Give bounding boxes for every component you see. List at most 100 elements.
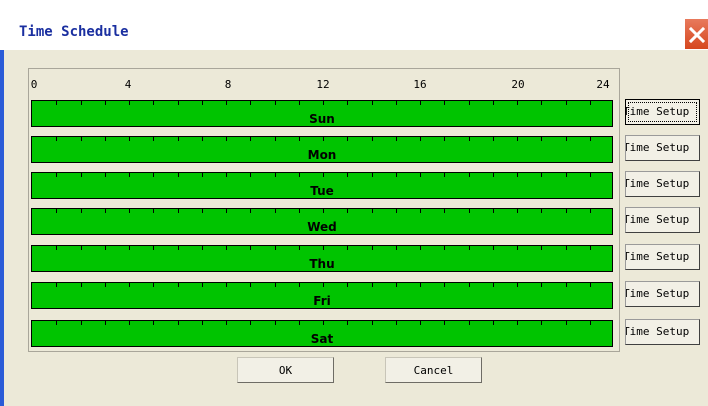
close-button[interactable] — [684, 18, 708, 50]
ok-button[interactable]: OK — [237, 357, 334, 383]
hour-tick — [129, 137, 130, 141]
hour-tick — [226, 246, 227, 250]
day-label: Sat — [310, 332, 334, 346]
hour-tick — [226, 283, 227, 287]
hour-tick — [541, 137, 543, 141]
hour-tick — [444, 246, 446, 250]
schedule-bar-wed[interactable]: Wed — [31, 208, 613, 235]
hour-tick — [323, 173, 324, 177]
hour-tick — [56, 101, 58, 105]
hour-tick — [153, 283, 155, 287]
hour-tick — [201, 283, 203, 287]
hour-tick — [347, 137, 349, 141]
hour-tick — [420, 283, 421, 287]
hour-tick — [444, 101, 446, 105]
hour-tick — [226, 101, 227, 105]
schedule-bar-tue[interactable]: Tue — [31, 172, 613, 199]
hour-tick — [395, 321, 397, 325]
hour-tick — [492, 321, 494, 325]
hour-tick — [129, 173, 130, 177]
schedule-bar-thu[interactable]: Thu — [31, 245, 613, 272]
day-label: Mon — [307, 148, 337, 162]
hour-tick — [177, 283, 179, 287]
hour-tick — [468, 137, 470, 141]
hour-tick — [104, 173, 106, 177]
schedule-bar-fri[interactable]: Fri — [31, 282, 613, 309]
hour-tick — [492, 173, 494, 177]
hour-tick — [323, 209, 324, 213]
hour-tick — [226, 209, 227, 213]
hour-tick — [395, 101, 397, 105]
schedule-bar-sun[interactable]: Sun — [31, 100, 613, 127]
hour-tick — [347, 283, 349, 287]
hour-tick — [80, 246, 82, 250]
hour-tick — [565, 101, 567, 105]
hour-tick — [226, 137, 227, 141]
hour-label: 16 — [413, 78, 427, 91]
schedule-bar-sat[interactable]: Sat — [31, 320, 613, 347]
hour-tick — [129, 246, 130, 250]
hour-tick — [80, 321, 82, 325]
hour-tick — [347, 101, 349, 105]
hour-tick — [201, 137, 203, 141]
hour-tick — [153, 246, 155, 250]
hour-tick — [250, 137, 252, 141]
hour-tick — [274, 283, 276, 287]
hour-tick — [298, 173, 300, 177]
hour-tick — [468, 246, 470, 250]
hour-tick — [541, 173, 543, 177]
hour-tick — [177, 137, 179, 141]
hour-tick — [274, 246, 276, 250]
hour-tick — [420, 246, 421, 250]
hour-tick — [371, 246, 373, 250]
hour-tick — [129, 321, 130, 325]
hour-tick — [589, 321, 591, 325]
hour-tick — [226, 173, 227, 177]
hour-tick — [56, 173, 58, 177]
time-setup-button-sat[interactable]: Time Setup — [625, 319, 700, 345]
hour-tick — [492, 283, 494, 287]
hour-tick — [201, 321, 203, 325]
hour-tick — [565, 321, 567, 325]
time-setup-button-wed[interactable]: Time Setup — [625, 207, 700, 233]
hour-tick — [80, 283, 82, 287]
hour-label: 24 — [596, 78, 610, 91]
hour-tick — [104, 137, 106, 141]
hour-tick — [444, 173, 446, 177]
hour-tick — [589, 101, 591, 105]
day-label: Sun — [309, 112, 335, 126]
hour-tick — [444, 209, 446, 213]
cancel-button[interactable]: Cancel — [385, 357, 482, 383]
hour-tick — [517, 209, 518, 213]
hour-tick — [541, 209, 543, 213]
time-setup-button-fri[interactable]: Time Setup — [625, 281, 700, 307]
hour-tick — [80, 209, 82, 213]
hour-tick — [250, 283, 252, 287]
time-setup-button-mon[interactable]: Time Setup — [625, 135, 700, 161]
hour-tick — [56, 321, 58, 325]
hour-tick — [250, 246, 252, 250]
hour-label: 8 — [224, 78, 232, 91]
time-setup-button-tue[interactable]: Time Setup — [625, 171, 700, 197]
hour-tick — [371, 321, 373, 325]
hour-tick — [153, 321, 155, 325]
hour-tick — [347, 209, 349, 213]
time-setup-button-thu[interactable]: Time Setup — [625, 244, 700, 270]
hour-tick — [517, 246, 518, 250]
schedule-bar-mon[interactable]: Mon — [31, 136, 613, 163]
hour-tick — [517, 283, 518, 287]
hour-tick — [226, 321, 227, 325]
hour-tick — [395, 137, 397, 141]
hour-tick — [80, 173, 82, 177]
hour-tick — [468, 283, 470, 287]
hour-tick — [444, 137, 446, 141]
hour-label: 4 — [124, 78, 132, 91]
hour-tick — [565, 137, 567, 141]
hour-tick — [274, 173, 276, 177]
hour-tick — [541, 283, 543, 287]
time-setup-button-sun[interactable]: Time Setup — [625, 99, 700, 125]
hour-tick — [56, 283, 58, 287]
day-label: Thu — [309, 257, 335, 271]
hour-tick — [517, 173, 518, 177]
hour-tick — [395, 246, 397, 250]
